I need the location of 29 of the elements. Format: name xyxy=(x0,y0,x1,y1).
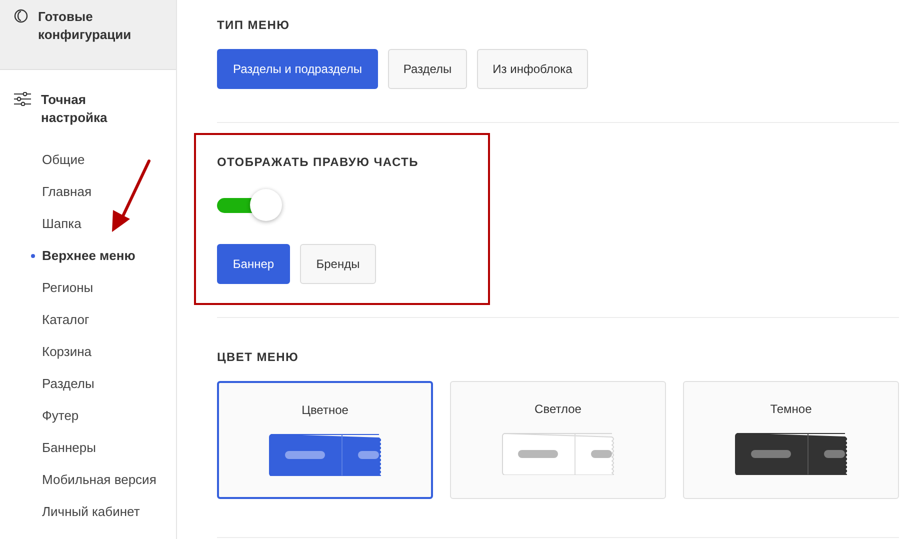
sidebar-item[interactable]: Шапка xyxy=(42,214,82,234)
section-title[interactable]: Готовые конфигурации xyxy=(38,8,148,44)
sidebar-item[interactable]: Мобильная версия xyxy=(42,470,156,490)
section-title[interactable]: Точная настройка xyxy=(41,91,151,127)
color-option-card[interactable]: Светлое xyxy=(450,381,666,499)
color-option-card[interactable]: Цветное xyxy=(217,381,433,499)
color-option-card[interactable]: Темное xyxy=(683,381,899,499)
option-button[interactable]: Разделы xyxy=(388,49,467,89)
section-heading: ЦВЕТ МЕНЮ xyxy=(217,349,300,365)
option-button[interactable]: Бренды xyxy=(300,244,376,284)
sidebar-item[interactable]: Регионы xyxy=(42,278,94,298)
sliders-icon xyxy=(14,92,31,106)
option-button[interactable]: Разделы и подразделы xyxy=(217,49,378,89)
option-button[interactable]: Баннер xyxy=(217,244,290,284)
arrow-icon xyxy=(110,158,152,234)
sidebar-item[interactable]: Корзина xyxy=(42,342,92,362)
option-button[interactable]: Из инфоблока xyxy=(477,49,588,89)
section-heading: ТИП МЕНЮ xyxy=(217,17,291,33)
sidebar-item[interactable]: Общие xyxy=(42,150,85,170)
section-heading: ОТОБРАЖАТЬ ПРАВУЮ ЧАСТЬ xyxy=(217,154,420,170)
sidebar-item[interactable]: Футер xyxy=(42,406,79,426)
sidebar-item[interactable]: Главная xyxy=(42,182,92,202)
sidebar-item[interactable]: Верхнее меню xyxy=(42,246,136,266)
toggle-switch[interactable] xyxy=(217,188,283,222)
sidebar-item[interactable]: Разделы xyxy=(42,374,94,394)
sidebar-item[interactable]: Баннеры xyxy=(42,438,96,458)
sidebar-item[interactable]: Каталог xyxy=(42,310,90,330)
circle-icon xyxy=(14,9,28,23)
sidebar-item[interactable]: Личный кабинет xyxy=(42,502,140,522)
